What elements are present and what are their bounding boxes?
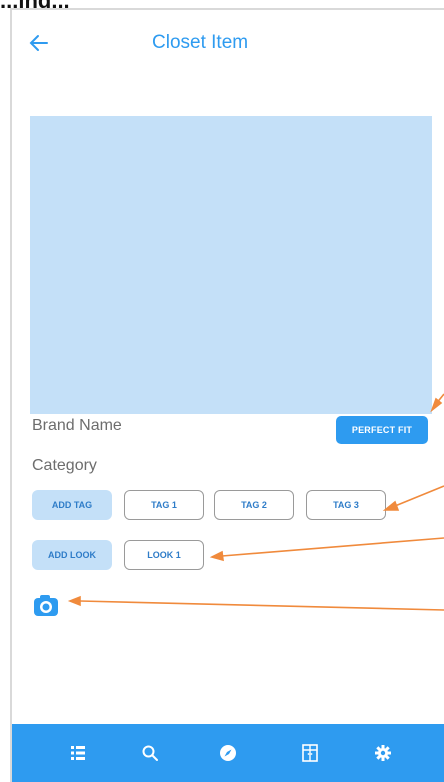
compass-icon[interactable] [217, 742, 239, 764]
bottom-nav-bar [12, 724, 444, 782]
tag-chip-1[interactable]: TAG 1 [124, 490, 204, 520]
add-tag-button[interactable]: ADD TAG [32, 490, 112, 520]
add-look-button[interactable]: ADD LOOK [32, 540, 112, 570]
gear-icon[interactable] [372, 742, 394, 764]
item-photo [30, 116, 432, 414]
perfect-fit-button[interactable]: PERFECT FIT [336, 416, 428, 444]
back-arrow-icon[interactable] [28, 32, 50, 54]
closet-icon[interactable] [299, 742, 321, 764]
camera-icon[interactable] [32, 590, 64, 622]
tag-chip-3[interactable]: TAG 3 [306, 490, 386, 520]
page-title: Closet Item [152, 32, 249, 53]
phone-screen: Closet Item Brand Name PERFECT FIT Categ… [10, 8, 444, 782]
brand-name-label: Brand Name [32, 417, 122, 434]
list-icon[interactable] [67, 742, 89, 764]
search-icon[interactable] [139, 742, 161, 764]
look-chip-1[interactable]: LOOK 1 [124, 540, 204, 570]
tag-chip-2[interactable]: TAG 2 [214, 490, 294, 520]
category-label: Category [32, 457, 97, 474]
